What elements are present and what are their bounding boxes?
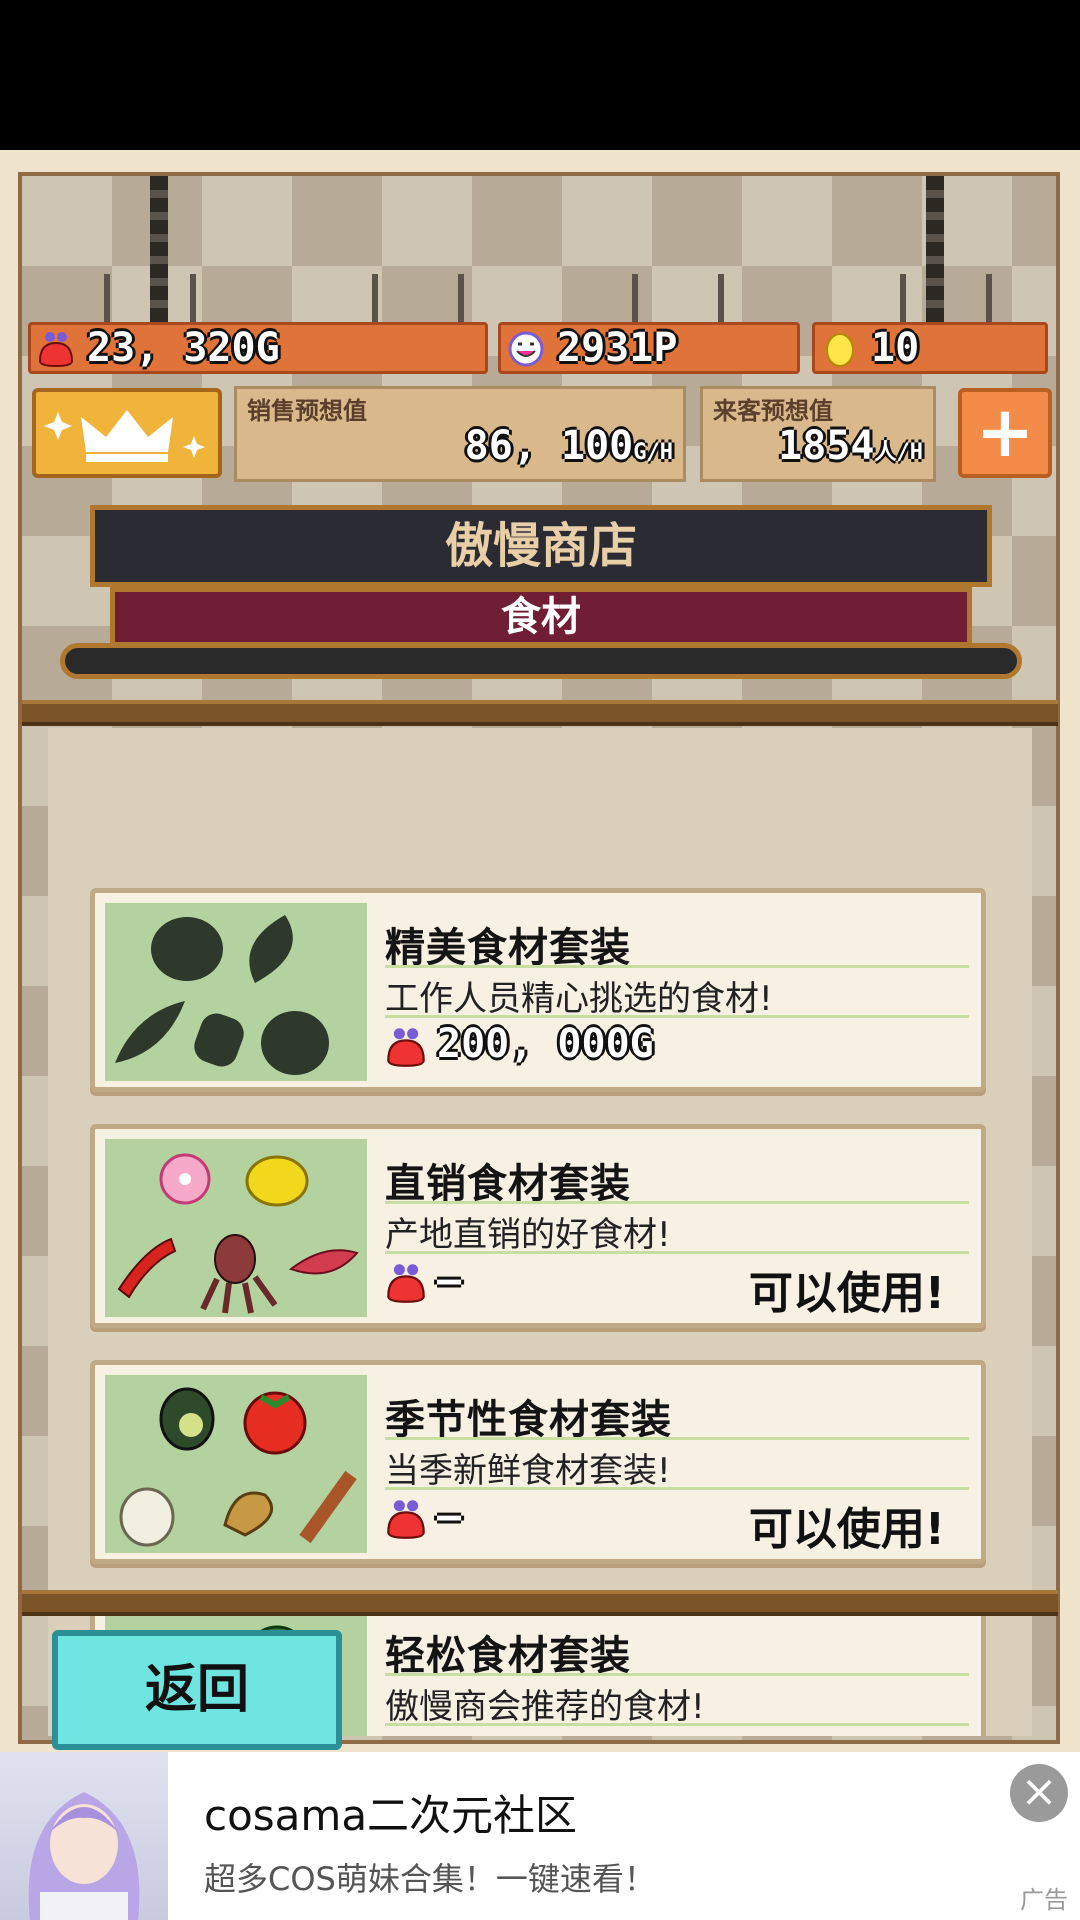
ad-thumbnail: [0, 1752, 168, 1920]
shelf-bottom: [22, 1590, 1058, 1616]
egg-counter: 10: [812, 322, 1048, 374]
visitor-forecast-label: 来客预想值: [713, 397, 833, 425]
purse-icon: [387, 1500, 425, 1539]
egg-icon: [826, 333, 854, 367]
visitors-unit: 人/H: [874, 440, 924, 465]
item-description: 工作人员精心挑选的食材!: [385, 979, 773, 1019]
ad-subtitle: 超多COS萌妹合集！一键速看！: [204, 1860, 656, 1898]
visitor-forecast-panel: 来客预想值 1854人/H: [700, 386, 936, 482]
points-counter: 2931P: [498, 322, 800, 374]
ad-banner[interactable]: cosama二次元社区 超多COS萌妹合集！一键速看！ × 广告: [0, 1752, 1080, 1920]
item-description: 产地直销的好食材!: [385, 1215, 671, 1255]
purse-icon: [387, 1028, 425, 1067]
item-image: [105, 903, 367, 1081]
add-visitor-button[interactable]: +: [958, 388, 1052, 478]
item-price: 200, 000G: [437, 1021, 654, 1067]
divider: [385, 1437, 969, 1440]
shop-banner: 傲慢商店 食材: [60, 505, 1022, 683]
shop-category: 食材: [110, 587, 972, 647]
ad-image: [28, 1792, 140, 1920]
game-screen: 23, 320G 2931P 10 销售预想值 86, 100G/H 来客预想值…: [0, 150, 1080, 1752]
ad-title: cosama二次元社区: [204, 1791, 578, 1840]
gold-counter: 23, 320G: [28, 322, 488, 374]
item-description: 傲慢商会推荐的食材!: [385, 1687, 705, 1727]
sales-unit: G/H: [633, 440, 673, 465]
divider: [385, 1251, 969, 1254]
shelf-top: [22, 700, 1058, 726]
visitors-number: 1854: [778, 423, 875, 469]
item-status: 可以使用!: [748, 1504, 945, 1555]
item-card[interactable]: 季节性食材套装 当季新鲜食材套装! – 可以使用!: [90, 1360, 986, 1564]
divider: [385, 1723, 969, 1726]
item-card[interactable]: 直销食材套装 产地直销的好食材! – 可以使用!: [90, 1124, 986, 1328]
sales-number: 86, 100: [464, 423, 634, 469]
item-image: [105, 1375, 367, 1553]
item-description: 当季新鲜食材套装!: [385, 1451, 671, 1491]
sales-forecast-value: 86, 100G/H: [465, 423, 673, 469]
seasonal-foods-icon: [119, 1387, 357, 1547]
shop-name: 傲慢商店: [90, 505, 992, 587]
gold-value: 23, 320G: [87, 325, 280, 371]
visitor-forecast-value: 1854人/H: [778, 423, 923, 469]
points-value: 2931P: [557, 325, 678, 371]
sales-forecast-panel: 销售预想值 86, 100G/H: [234, 386, 686, 482]
item-status: 可以使用!: [748, 1268, 945, 1319]
divider: [385, 1673, 969, 1676]
ad-label: 广告: [1020, 1886, 1068, 1914]
close-icon[interactable]: ×: [1010, 1764, 1068, 1822]
item-image: [105, 1139, 367, 1317]
crown-icon: [44, 410, 205, 462]
purse-icon: [38, 332, 74, 367]
divider: [385, 1487, 969, 1490]
status-bar: [0, 0, 1080, 150]
divider: [385, 1201, 969, 1204]
item-price: –: [437, 1257, 462, 1303]
divider: [385, 965, 969, 968]
egg-value: 10: [871, 325, 920, 371]
divider: [385, 1015, 969, 1018]
item-list[interactable]: 精美食材套装 工作人员精心挑选的食材! 200, 000G 直销食材套装 产地直…: [48, 728, 1032, 1736]
ranking-button[interactable]: [32, 388, 222, 478]
silhouette-icon: [115, 915, 329, 1075]
banner-base: [60, 643, 1022, 679]
item-price: –: [437, 1493, 462, 1539]
purse-icon: [387, 1264, 425, 1303]
back-button[interactable]: 返回: [52, 1630, 342, 1750]
smiley-icon: [508, 331, 544, 367]
direct-sale-foods-icon: [117, 1153, 359, 1314]
item-card[interactable]: 精美食材套装 工作人员精心挑选的食材! 200, 000G: [90, 888, 986, 1092]
sales-forecast-label: 销售预想值: [247, 397, 367, 425]
